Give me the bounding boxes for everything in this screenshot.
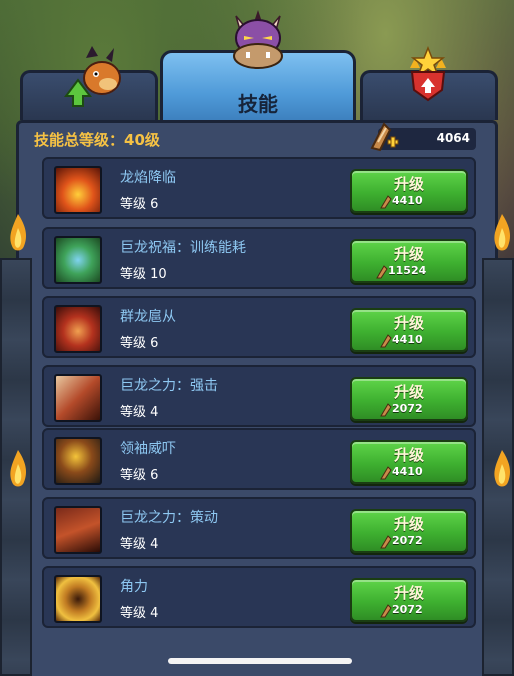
star-rank-up-icon <box>410 46 446 102</box>
dragon-strike-icon <box>54 374 102 422</box>
claw-currency-icon <box>380 604 392 618</box>
upgrade-cost: 2072 <box>392 603 423 616</box>
skill-level: 等级 4 <box>120 606 159 621</box>
skill-name: 群龙扈从 <box>120 309 176 325</box>
skill-row: 领袖威吓 等级 6 升级 4410 <box>42 428 476 490</box>
horn-power-icon <box>54 575 102 623</box>
upgrade-button-label: 升级 <box>393 515 424 533</box>
skill-name: 领袖威吓 <box>120 441 176 457</box>
claw-currency-icon <box>380 403 392 417</box>
upgrade-button[interactable]: 升级 11524 <box>350 239 468 283</box>
claw-add-icon[interactable] <box>366 120 402 154</box>
upgrade-button-label: 升级 <box>393 446 424 464</box>
claw-currency-icon <box>380 466 392 480</box>
upgrade-button-label: 升级 <box>393 175 424 193</box>
skill-level: 等级 6 <box>120 197 159 212</box>
skill-level: 等级 6 <box>120 336 159 351</box>
leader-intimidate-icon <box>54 437 102 485</box>
upgrade-button-label: 升级 <box>393 245 424 263</box>
dragon-level-up-icon <box>64 46 121 107</box>
upgrade-cost: 2072 <box>392 402 423 415</box>
claw-currency-icon <box>376 265 388 279</box>
torch-flame-icon <box>10 450 26 487</box>
upgrade-button[interactable]: 升级 2072 <box>350 377 468 421</box>
upgrade-cost: 2072 <box>392 534 423 547</box>
claw-currency-icon <box>380 195 392 209</box>
purple-dragon-head-icon <box>233 10 283 69</box>
upgrade-button[interactable]: 升级 4410 <box>350 440 468 484</box>
upgrade-button-label: 升级 <box>393 383 424 401</box>
skill-row: 角力 等级 4 升级 2072 <box>42 566 476 628</box>
dragon-blessing-icon <box>54 236 102 284</box>
total-skill-level: 技能总等级：40级 <box>34 131 160 149</box>
skill-row: 巨龙之力：策动 等级 4 升级 2072 <box>42 497 476 559</box>
upgrade-button[interactable]: 升级 2072 <box>350 509 468 553</box>
dragon-incite-icon <box>54 506 102 554</box>
upgrade-button-label: 升级 <box>393 584 424 602</box>
tab-skills-label: 技能 <box>238 92 278 116</box>
skill-name: 巨龙之力：策动 <box>120 510 218 526</box>
skill-name: 龙焰降临 <box>120 170 176 186</box>
skill-row: 巨龙之力：强击 等级 4 升级 2072 <box>42 365 476 427</box>
torch-flame-icon <box>10 214 26 251</box>
claw-currency-icon <box>380 535 392 549</box>
upgrade-cost: 4410 <box>392 194 423 207</box>
torch-flame-icon <box>494 450 510 487</box>
skill-level: 等级 4 <box>120 537 159 552</box>
upgrade-button[interactable]: 升级 2072 <box>350 578 468 622</box>
upgrade-button[interactable]: 升级 4410 <box>350 169 468 213</box>
skill-level: 等级 6 <box>120 468 159 483</box>
skill-name: 巨龙之力：强击 <box>120 378 218 394</box>
skill-row: 群龙扈从 等级 6 升级 4410 <box>42 296 476 358</box>
upgrade-cost: 4410 <box>392 333 423 346</box>
torch-flame-icon <box>494 214 510 251</box>
upgrade-cost: 4410 <box>392 465 423 478</box>
skill-row: 巨龙祝福：训练能耗 等级 10 升级 11524 <box>42 227 476 289</box>
upgrade-cost: 11524 <box>388 264 427 277</box>
upgrade-button-label: 升级 <box>393 314 424 332</box>
currency-value: 4064 <box>436 131 470 145</box>
skill-name: 角力 <box>120 579 148 595</box>
skill-row: 龙焰降临 等级 6 升级 4410 <box>42 157 476 219</box>
upgrade-button[interactable]: 升级 4410 <box>350 308 468 352</box>
skill-name: 巨龙祝福：训练能耗 <box>120 240 246 256</box>
skill-level: 等级 4 <box>120 405 159 420</box>
skill-level: 等级 10 <box>120 267 167 282</box>
home-indicator[interactable] <box>168 658 352 664</box>
claw-currency-icon <box>380 334 392 348</box>
dragon-flame-icon <box>54 166 102 214</box>
dragon-retinue-icon <box>54 305 102 353</box>
